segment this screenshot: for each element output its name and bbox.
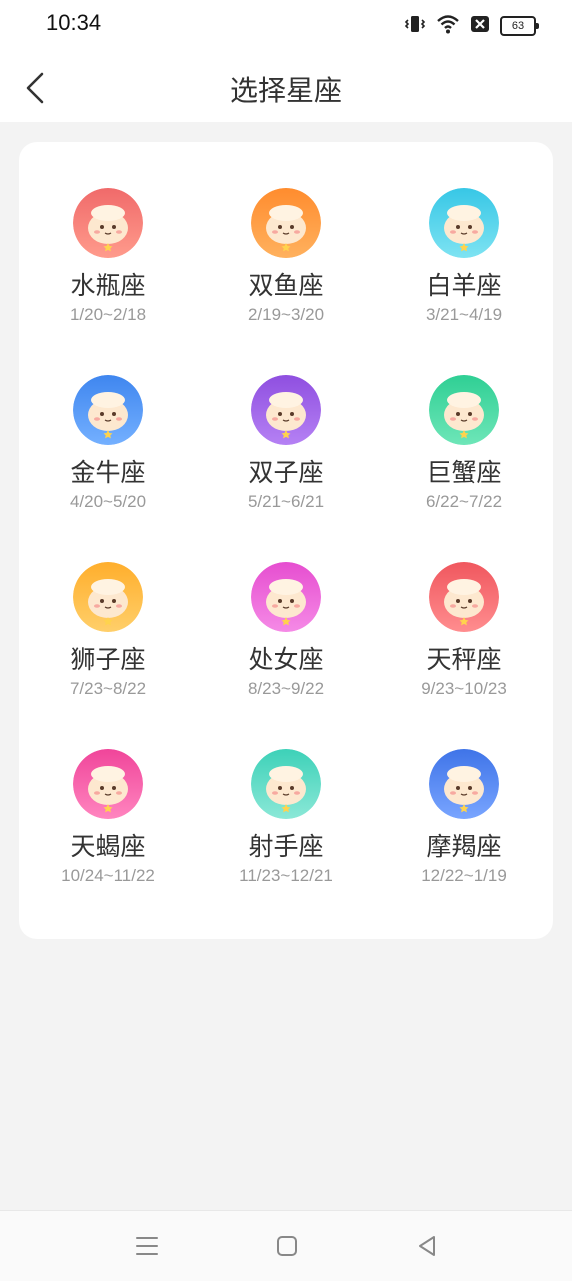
zodiac-avatar-icon [251, 562, 321, 632]
zodiac-name: 处女座 [248, 645, 324, 674]
home-button[interactable] [272, 1231, 302, 1261]
zodiac-item[interactable]: 金牛座 4/20~5/20 [19, 367, 197, 537]
menu-button[interactable] [132, 1231, 162, 1261]
zodiac-item[interactable]: 射手座 11/23~12/21 [197, 741, 375, 911]
zodiac-date-range: 3/21~4/19 [425, 305, 503, 324]
zodiac-name: 双子座 [248, 458, 324, 487]
zodiac-avatar-icon [73, 749, 143, 819]
zodiac-date-range: 5/21~6/21 [247, 492, 325, 511]
zodiac-item[interactable]: 天蝎座 10/24~11/22 [19, 741, 197, 911]
zodiac-avatar-icon [73, 375, 143, 445]
zodiac-name: 天秤座 [426, 645, 502, 674]
zodiac-date-range: 4/20~5/20 [69, 492, 147, 511]
zodiac-name: 双鱼座 [248, 271, 324, 300]
zodiac-avatar-icon [251, 375, 321, 445]
zodiac-name: 射手座 [248, 832, 324, 861]
zodiac-item[interactable]: 处女座 8/23~9/22 [197, 554, 375, 724]
system-back-button[interactable] [412, 1231, 442, 1261]
page-title: 选择星座 [229, 74, 342, 107]
zodiac-item[interactable]: 巨蟹座 6/22~7/22 [375, 367, 553, 537]
vibrate-icon [404, 13, 426, 39]
zodiac-item[interactable]: 双子座 5/21~6/21 [197, 367, 375, 537]
no-sim-icon [470, 14, 490, 38]
zodiac-item[interactable]: 双鱼座 2/19~3/20 [197, 180, 375, 350]
system-nav-bar [0, 1210, 572, 1281]
status-bar: 10:34 63 [0, 0, 572, 50]
zodiac-avatar-icon [429, 188, 499, 258]
zodiac-date-range: 6/22~7/22 [425, 492, 503, 511]
zodiac-name: 白羊座 [426, 271, 502, 300]
header: 选择星座 [0, 50, 572, 122]
zodiac-item[interactable]: 摩羯座 12/22~1/19 [375, 741, 553, 911]
back-triangle-icon [419, 1236, 435, 1256]
battery-icon: 63 [500, 16, 539, 36]
zodiac-avatar-icon [429, 749, 499, 819]
status-time: 10:34 [46, 10, 102, 35]
zodiac-grid-card: 水瓶座 1/20~2/18 双鱼座 2/19~3/20 白羊座 3/21~4/19 金牛座 4… [19, 142, 553, 939]
zodiac-date-range: 8/23~9/22 [247, 679, 325, 698]
zodiac-date-range: 11/23~12/21 [239, 866, 333, 885]
menu-icon [136, 1237, 158, 1255]
wifi-icon [436, 13, 460, 39]
zodiac-avatar-icon [73, 188, 143, 258]
zodiac-name: 巨蟹座 [426, 458, 502, 487]
zodiac-name: 天蝎座 [70, 832, 146, 861]
zodiac-name: 摩羯座 [426, 832, 502, 861]
zodiac-item[interactable]: 天秤座 9/23~10/23 [375, 554, 553, 724]
home-square-icon [277, 1236, 297, 1256]
zodiac-avatar-icon [251, 188, 321, 258]
zodiac-avatar-icon [251, 749, 321, 819]
zodiac-date-range: 9/23~10/23 [421, 679, 507, 698]
zodiac-name: 狮子座 [70, 645, 146, 674]
zodiac-avatar-icon [73, 562, 143, 632]
status-icons: 63 [404, 13, 539, 39]
zodiac-avatar-icon [429, 562, 499, 632]
zodiac-date-range: 12/22~1/19 [421, 866, 507, 885]
zodiac-item[interactable]: 白羊座 3/21~4/19 [375, 180, 553, 350]
zodiac-name: 水瓶座 [70, 271, 146, 300]
zodiac-item[interactable]: 狮子座 7/23~8/22 [19, 554, 197, 724]
zodiac-date-range: 10/24~11/22 [61, 866, 155, 885]
zodiac-date-range: 2/19~3/20 [247, 305, 325, 324]
zodiac-avatar-icon [429, 375, 499, 445]
zodiac-date-range: 1/20~2/18 [69, 305, 147, 324]
zodiac-date-range: 7/23~8/22 [69, 679, 147, 698]
zodiac-item[interactable]: 水瓶座 1/20~2/18 [19, 180, 197, 350]
zodiac-name: 金牛座 [70, 458, 146, 487]
